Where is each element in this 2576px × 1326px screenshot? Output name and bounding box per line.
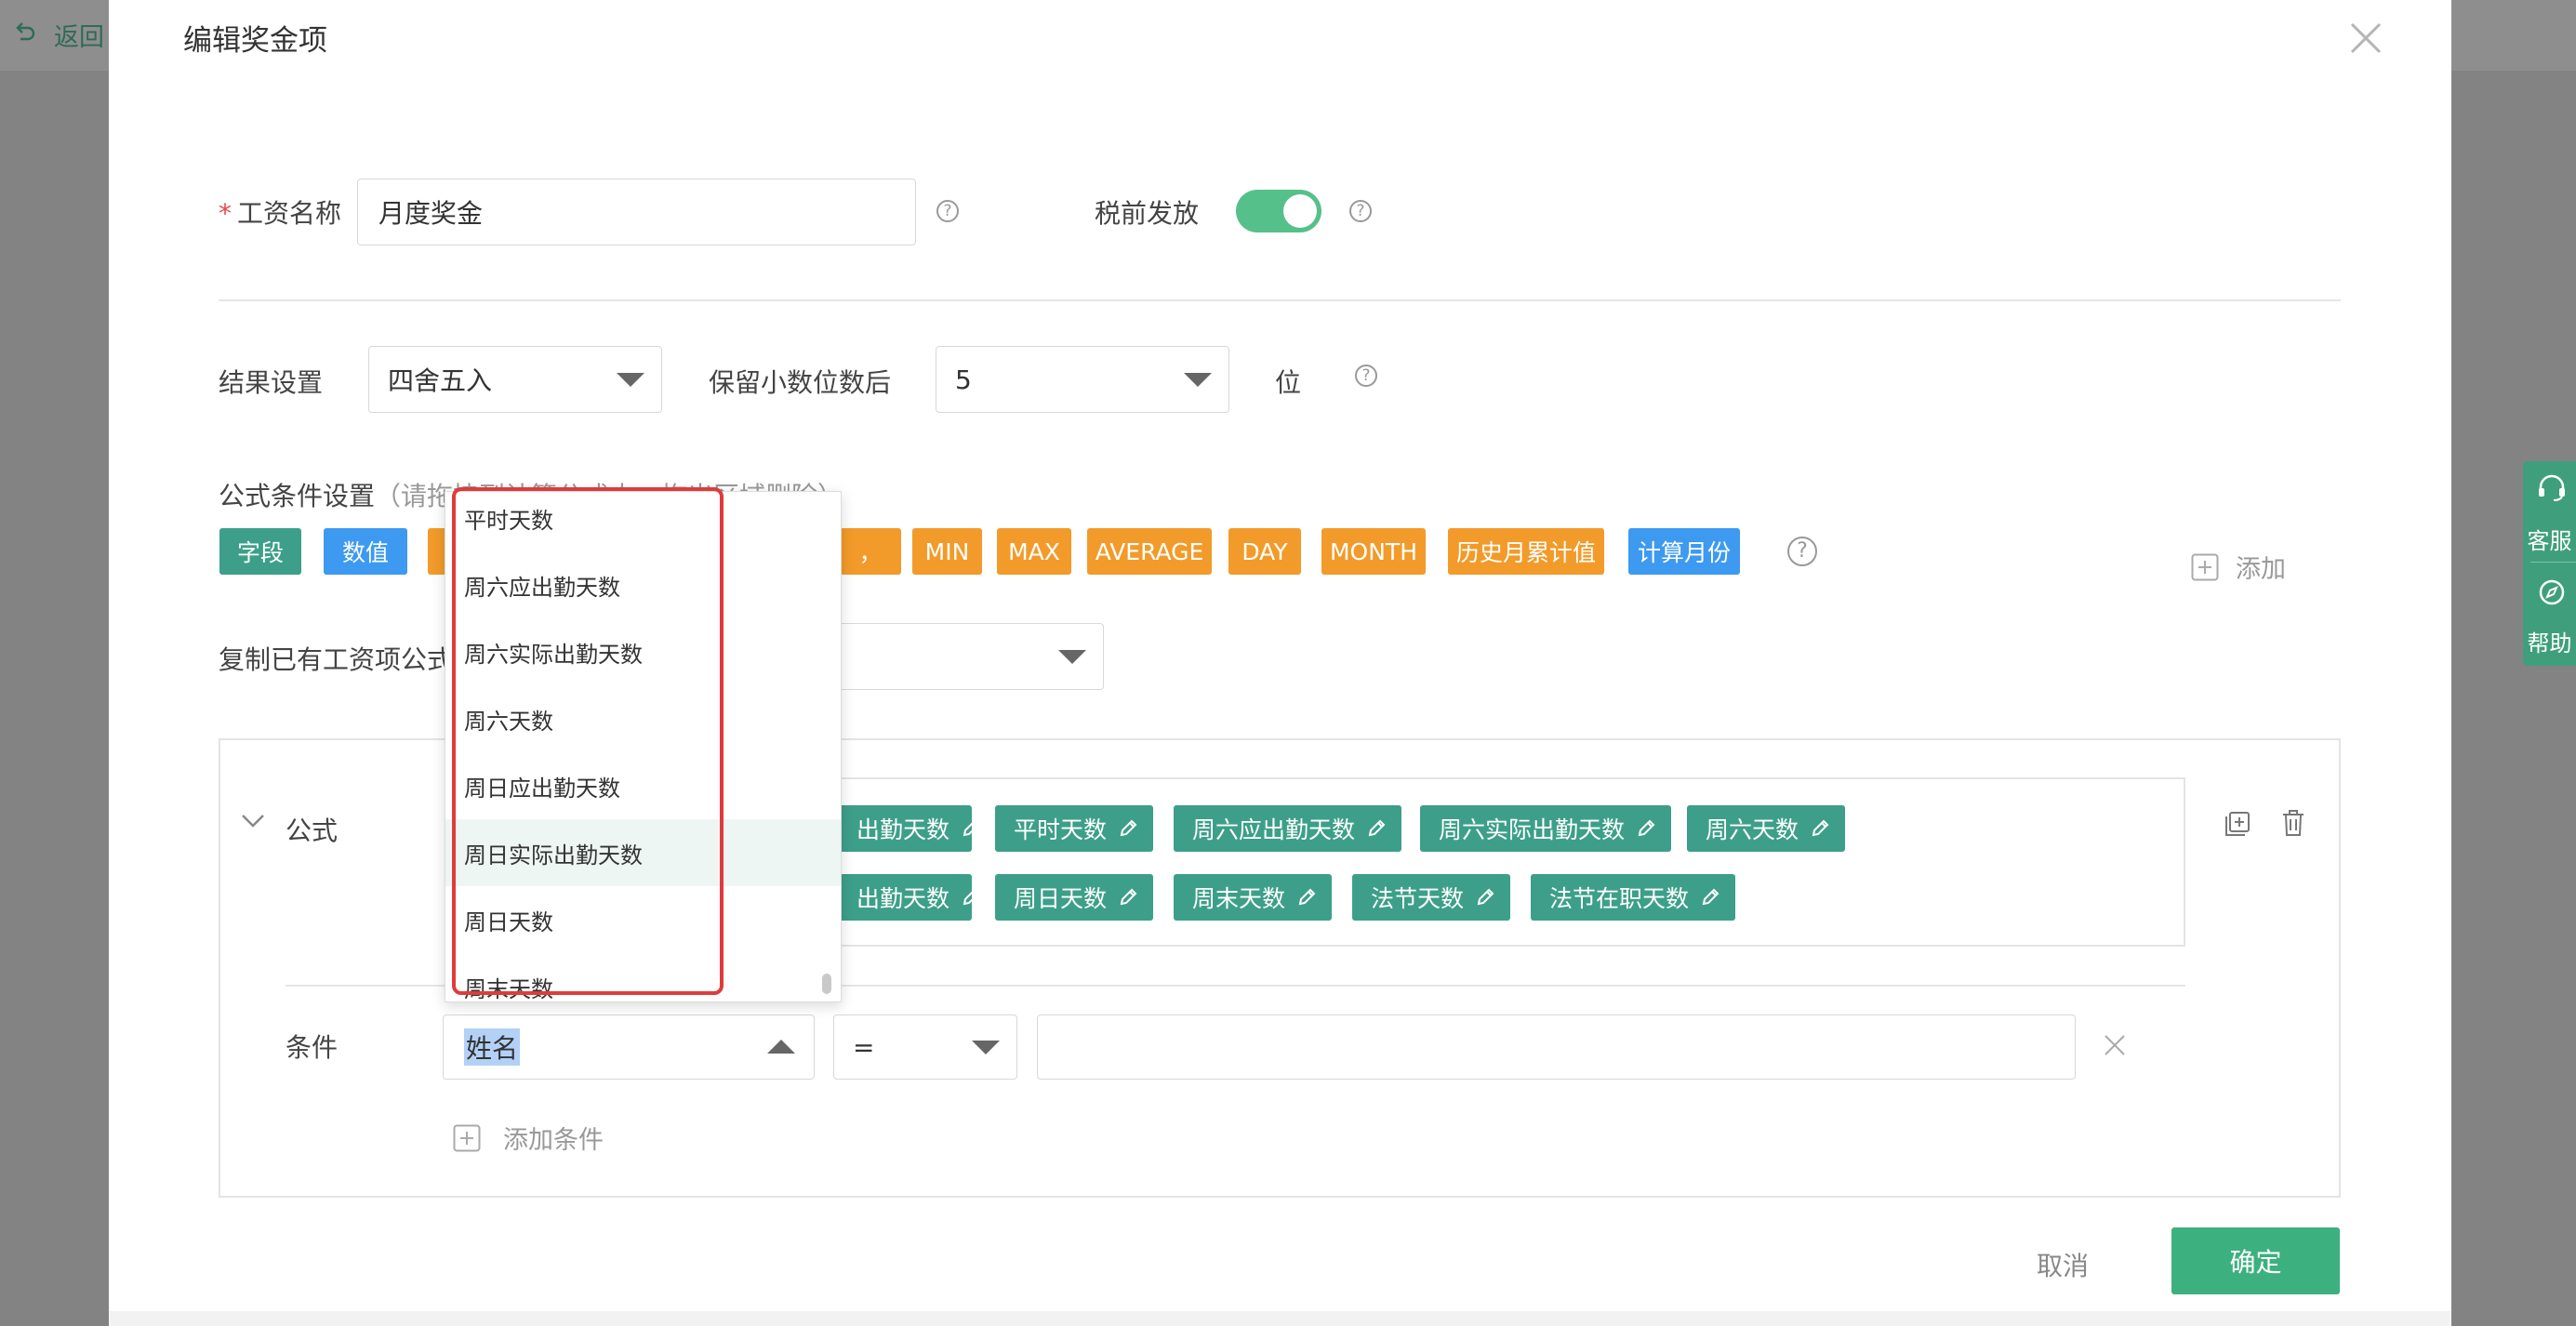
pencil-icon xyxy=(1298,888,1316,906)
chip-max[interactable]: MAX xyxy=(997,528,1071,575)
formula-label: 公式 xyxy=(285,815,339,846)
chip-comma[interactable]: ， xyxy=(840,528,901,575)
help-icon[interactable]: ? xyxy=(936,200,959,222)
condition-label: 条件 xyxy=(285,1032,339,1063)
dropdown-item[interactable]: 周六天数 xyxy=(445,685,841,752)
add-condition-label: 添加条件 xyxy=(503,1126,604,1155)
dropdown-item[interactable]: 周六应出勤天数 xyxy=(445,551,841,618)
formula-tag[interactable]: 周六实际出勤天数 xyxy=(1420,805,1672,852)
formula-tag[interactable]: 周末天数 xyxy=(1174,874,1333,921)
pencil-icon xyxy=(1702,888,1720,906)
pencil-icon xyxy=(1368,819,1386,837)
formula-expression-box[interactable] xyxy=(823,777,2185,947)
pencil-icon xyxy=(1812,819,1829,837)
pencil-icon xyxy=(963,888,980,906)
dropdown-item[interactable]: 平时天数 xyxy=(445,492,841,551)
salary-name-input[interactable]: 月度奖金 xyxy=(357,179,916,245)
field-dropdown-list[interactable]: 平时天数 周六应出勤天数 周六实际出勤天数 周六天数 周日应出勤天数 周日实际出… xyxy=(445,491,842,1002)
dropdown-item[interactable]: 周六实际出勤天数 xyxy=(445,618,841,685)
undo-icon xyxy=(13,20,37,50)
decimals-label: 保留小数位数后 xyxy=(709,367,892,398)
pencil-icon xyxy=(1120,888,1137,906)
collapse-chevron-icon[interactable] xyxy=(239,811,267,833)
plus-square-icon xyxy=(453,1124,481,1151)
condition-operator-select[interactable]: = xyxy=(833,1014,1017,1080)
chip-min[interactable]: MIN xyxy=(912,528,982,575)
modal-bottom-edge xyxy=(109,1311,2451,1326)
help-icon[interactable]: ? xyxy=(1349,200,1372,222)
dropdown-scrollbar[interactable] xyxy=(822,974,831,994)
help-icon[interactable]: ? xyxy=(1787,537,1817,566)
dropdown-item[interactable]: 周末天数 xyxy=(445,953,841,1002)
dropdown-item-hovered[interactable]: 周日实际出勤天数 xyxy=(445,819,841,886)
formula-tag[interactable]: 周日天数 xyxy=(995,874,1154,921)
condition-value-input[interactable] xyxy=(1037,1014,2076,1080)
formula-tag[interactable]: 周六应出勤天数 xyxy=(1174,805,1402,852)
chip-number[interactable]: 数值 xyxy=(324,528,407,575)
pretax-label: 税前发放 xyxy=(1095,198,1200,229)
formula-tag[interactable]: 法节在职天数 xyxy=(1531,874,1736,921)
formula-tag[interactable]: 出勤天数 xyxy=(823,874,980,921)
plus-square-icon xyxy=(2191,553,2219,580)
required-mark: * xyxy=(219,198,232,229)
pretax-toggle[interactable] xyxy=(1236,190,1321,232)
copy-formula-label: 复制已有工资项公式 xyxy=(219,644,454,675)
back-label: 返回 xyxy=(54,23,104,52)
pencil-icon xyxy=(1477,888,1494,906)
decimals-unit: 位 xyxy=(1275,367,1302,398)
chevron-down-icon xyxy=(1058,650,1086,664)
ok-button[interactable]: 确定 xyxy=(2171,1227,2340,1294)
service-label[interactable]: 客服 xyxy=(2523,523,2576,555)
result-settings-label: 结果设置 xyxy=(219,367,324,398)
side-divider xyxy=(2530,562,2576,563)
chevron-down-icon xyxy=(1184,373,1212,387)
help-icon[interactable]: ? xyxy=(1355,365,1377,387)
rounding-select[interactable]: 四舍五入 xyxy=(368,346,662,413)
modal-title: 编辑奖金项 xyxy=(183,24,327,58)
chevron-down-icon xyxy=(972,1041,1000,1054)
side-float-panel: 客服 帮助 xyxy=(2523,461,2576,666)
pencil-icon xyxy=(1638,819,1655,837)
decimals-select[interactable]: 5 xyxy=(936,346,1229,413)
copy-add-icon[interactable] xyxy=(2224,811,2251,841)
trash-icon[interactable] xyxy=(2280,809,2306,841)
help-label[interactable]: 帮助 xyxy=(2523,625,2576,657)
chip-day[interactable]: DAY xyxy=(1228,528,1301,575)
formula-tag[interactable]: 平时天数 xyxy=(995,805,1154,852)
chevron-up-icon xyxy=(767,1040,795,1054)
back-link[interactable]: 返回 xyxy=(13,17,104,53)
formula-tag[interactable]: 出勤天数 xyxy=(823,805,980,852)
dropdown-item[interactable]: 周日应出勤天数 xyxy=(445,752,841,819)
pencil-icon xyxy=(1120,819,1137,837)
chip-history-cumulative[interactable]: 历史月累计值 xyxy=(1448,528,1604,575)
formula-tag[interactable]: 周六天数 xyxy=(1687,805,1846,852)
chip-field[interactable]: 字段 xyxy=(219,528,301,575)
add-condition-button[interactable]: 添加条件 xyxy=(453,1120,604,1156)
compass-icon[interactable] xyxy=(2538,578,2566,610)
add-formula-label: 添加 xyxy=(2236,555,2286,584)
salary-name-label: * 工资名称 xyxy=(219,198,342,229)
remove-condition-icon[interactable] xyxy=(2103,1033,2127,1061)
pencil-icon xyxy=(963,819,980,837)
section-divider xyxy=(219,299,2341,301)
chip-month[interactable]: MONTH xyxy=(1321,528,1426,575)
toggle-knob xyxy=(1283,194,1317,228)
formula-tag[interactable]: 法节天数 xyxy=(1352,874,1511,921)
chevron-down-icon xyxy=(617,373,644,387)
dropdown-item[interactable]: 周日天数 xyxy=(445,886,841,953)
headset-icon[interactable] xyxy=(2536,474,2568,506)
cancel-button[interactable]: 取消 xyxy=(2037,1246,2089,1283)
chip-calc-month[interactable]: 计算月份 xyxy=(1628,528,1740,575)
add-formula-button[interactable]: 添加 xyxy=(2191,549,2286,585)
chip-average[interactable]: AVERAGE xyxy=(1087,528,1212,575)
condition-field-select[interactable]: 姓名 xyxy=(443,1014,815,1080)
close-icon[interactable] xyxy=(2343,15,2389,61)
